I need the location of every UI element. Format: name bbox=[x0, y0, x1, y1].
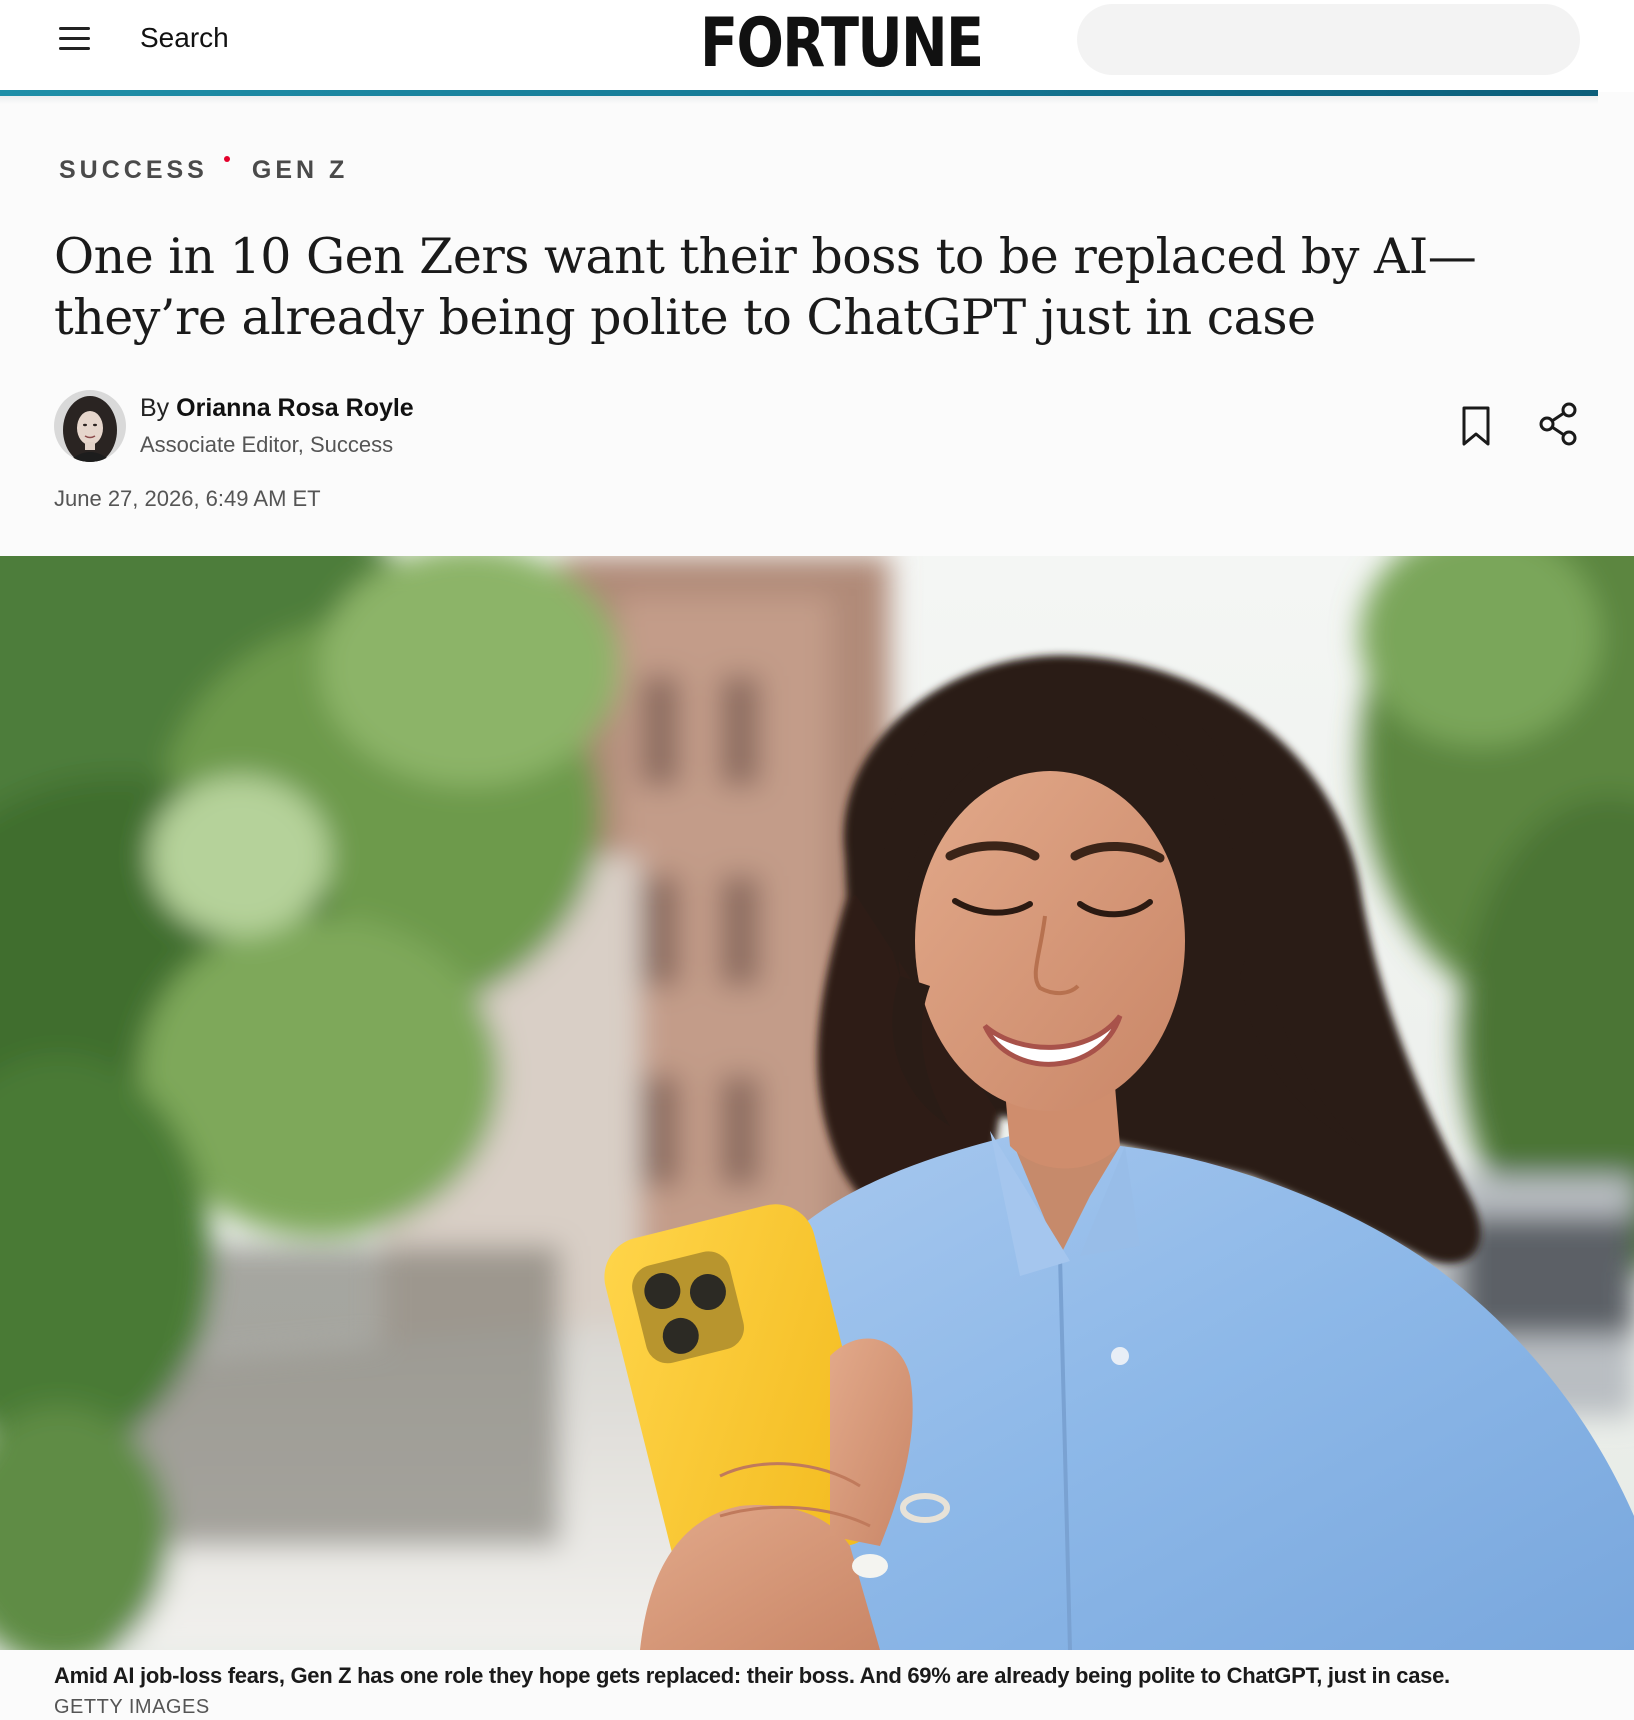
site-header: Search FORTUNE bbox=[0, 0, 1634, 92]
tag-separator-dot bbox=[223, 156, 230, 162]
tag-gen-z[interactable]: GEN Z bbox=[252, 156, 348, 184]
author-name-link[interactable]: Orianna Rosa Royle bbox=[176, 394, 414, 422]
author-role: Associate Editor, Success bbox=[140, 432, 394, 457]
menu-bar bbox=[59, 37, 90, 40]
article-headline: One in 10 Gen Zers want their boss to be… bbox=[54, 228, 1477, 346]
author-block: By Orianna Rosa Royle Associate Editor, … bbox=[54, 390, 1594, 470]
hero-photo-woman-with-phone bbox=[0, 556, 1634, 1650]
share-icon[interactable] bbox=[1536, 400, 1582, 448]
byline: By Orianna Rosa Royle bbox=[140, 394, 414, 423]
image-credit: GETTY IMAGES bbox=[54, 1696, 210, 1718]
search-link[interactable]: Search bbox=[140, 22, 229, 54]
section-tags: SUCCESS GEN Z bbox=[59, 156, 348, 185]
bookmark-icon[interactable] bbox=[1454, 402, 1498, 450]
tag-success[interactable]: SUCCESS bbox=[59, 156, 208, 184]
fortune-logo[interactable]: FORTUNE bbox=[700, 4, 984, 84]
image-caption: Amid AI job-loss fears, Gen Z has one ro… bbox=[54, 1663, 1450, 1688]
header-search-input[interactable] bbox=[1077, 4, 1580, 75]
publish-date: June 27, 2026, 6:49 AM ET bbox=[54, 486, 321, 511]
hamburger-menu-icon[interactable] bbox=[56, 22, 96, 58]
header-rule-shadow bbox=[0, 96, 1598, 104]
menu-bar bbox=[59, 47, 90, 50]
byline-prefix: By bbox=[140, 394, 170, 422]
menu-bar bbox=[59, 27, 90, 30]
author-avatar[interactable] bbox=[54, 390, 126, 462]
